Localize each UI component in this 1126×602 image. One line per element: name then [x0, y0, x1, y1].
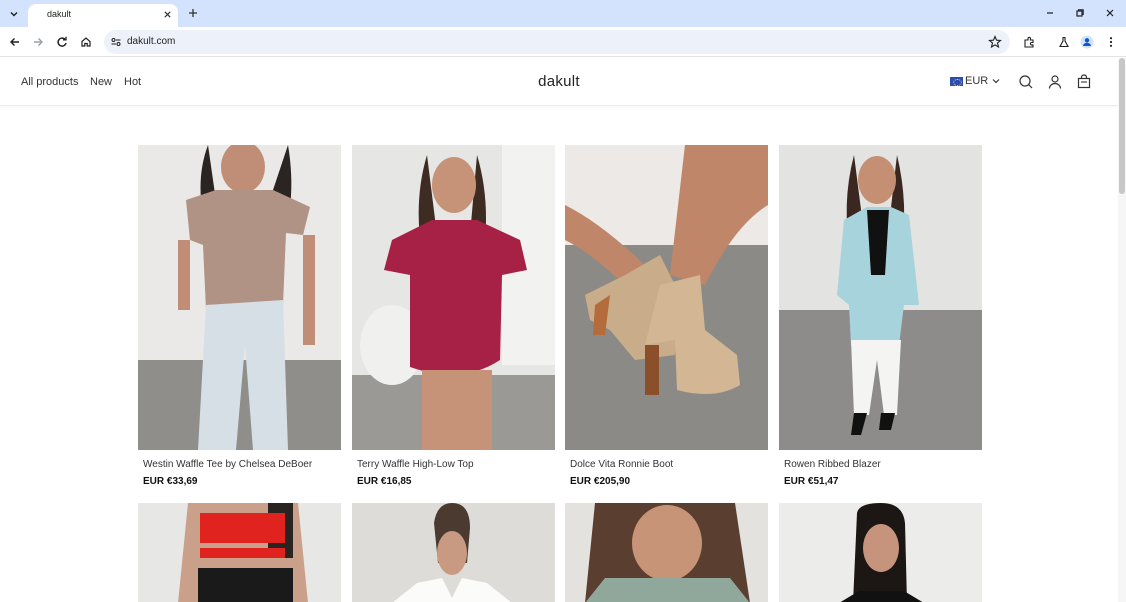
close-icon: [163, 10, 171, 18]
minimize-icon: [1047, 12, 1053, 14]
product-photo-white-shirt: [352, 503, 555, 602]
product-image[interactable]: [352, 503, 555, 602]
product-photo-tee: [138, 145, 341, 450]
avatar-icon: [1080, 35, 1094, 49]
chevron-down-icon: [10, 11, 18, 16]
new-tab-button[interactable]: [185, 5, 201, 21]
search-icon[interactable]: [1018, 74, 1034, 90]
plus-icon: [189, 9, 197, 17]
extensions-button[interactable]: [1020, 33, 1038, 51]
product-price: EUR €51,47: [784, 476, 839, 487]
site-info-icon[interactable]: [110, 36, 122, 48]
product-image[interactable]: [565, 145, 768, 450]
cart-icon[interactable]: [1076, 74, 1092, 90]
browser-tab-bar: dakult: [0, 0, 1126, 27]
close-icon: [1106, 9, 1114, 17]
product-image[interactable]: [352, 145, 555, 450]
flask-icon: [1059, 36, 1069, 48]
puzzle-icon: [1023, 36, 1034, 48]
tab-title: dakult: [47, 9, 72, 19]
product-name[interactable]: Westin Waffle Tee by Chelsea DeBoer: [143, 459, 312, 470]
reload-button[interactable]: [53, 33, 71, 51]
reload-icon: [57, 36, 67, 47]
home-button[interactable]: [77, 33, 95, 51]
browser-tab-active[interactable]: dakult: [28, 4, 178, 27]
product-photo-green-top: [565, 503, 768, 602]
product-image[interactable]: [779, 145, 982, 450]
site-header: All products New Hot dakult EUR: [0, 58, 1118, 106]
more-vert-icon: [1109, 37, 1113, 47]
currency-selector[interactable]: EUR: [950, 75, 1001, 87]
product-price: EUR €33,69: [143, 476, 198, 487]
product-image[interactable]: [138, 145, 341, 450]
product-photo-blazer: [779, 145, 982, 450]
product-image[interactable]: [138, 503, 341, 602]
restore-button[interactable]: [1070, 4, 1090, 22]
user-icon[interactable]: [1047, 74, 1063, 90]
eu-flag-icon: [950, 76, 963, 86]
product-image[interactable]: [779, 503, 982, 602]
product-photo-red-top: [138, 503, 341, 602]
product-name[interactable]: Rowen Ribbed Blazer: [784, 459, 881, 470]
chevron-down-icon: [992, 79, 1000, 84]
forward-button[interactable]: [29, 33, 47, 51]
back-button[interactable]: [6, 33, 24, 51]
menu-button[interactable]: [1102, 33, 1120, 51]
product-name[interactable]: Terry Waffle High-Low Top: [357, 459, 474, 470]
product-photo-top: [352, 145, 555, 450]
product-price: EUR €205,90: [570, 476, 631, 487]
url-text[interactable]: dakult.com: [127, 36, 175, 47]
tab-search-button[interactable]: [5, 5, 23, 22]
restore-icon: [1076, 9, 1084, 17]
home-icon: [81, 37, 91, 47]
page-scrollbar[interactable]: [1118, 58, 1126, 602]
profile-button[interactable]: [1078, 33, 1096, 51]
product-image[interactable]: [565, 503, 768, 602]
browser-toolbar: dakult.com: [0, 27, 1126, 57]
product-price: EUR €16,85: [357, 476, 412, 487]
product-photo-black-top: [779, 503, 982, 602]
product-card[interactable]: Rowen Ribbed Blazer EUR €51,47: [779, 145, 982, 487]
product-photo-boot: [565, 145, 768, 450]
scrollbar-thumb[interactable]: [1119, 58, 1125, 194]
product-card[interactable]: Westin Waffle Tee by Chelsea DeBoer EUR …: [138, 145, 341, 487]
arrow-left-icon: [10, 38, 19, 46]
star-icon[interactable]: [988, 35, 1002, 49]
address-bar[interactable]: dakult.com: [104, 30, 1010, 54]
arrow-right-icon: [34, 38, 43, 46]
tab-close-button[interactable]: [160, 7, 174, 21]
labs-button[interactable]: [1055, 33, 1073, 51]
close-window-button[interactable]: [1100, 4, 1120, 22]
product-name[interactable]: Dolce Vita Ronnie Boot: [570, 459, 673, 470]
currency-label: EUR: [965, 75, 989, 87]
product-card[interactable]: Terry Waffle High-Low Top EUR €16,85: [352, 145, 555, 487]
product-card[interactable]: Dolce Vita Ronnie Boot EUR €205,90: [565, 145, 768, 487]
minimize-button[interactable]: [1040, 4, 1060, 22]
